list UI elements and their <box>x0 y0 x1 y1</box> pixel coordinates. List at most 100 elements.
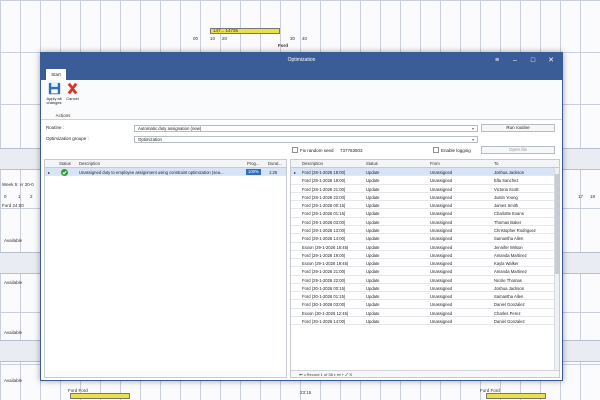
table-row[interactable]: Ford (28-1-2026 22:00) Update Unassigned Ju… <box>291 193 559 202</box>
cell-to: Christopher Rodriguez <box>494 227 536 233</box>
table-row[interactable]: Ford (29-1-2026 00:15) Update Unassigned Ja… <box>291 201 559 210</box>
ribbon-group-actions: Actions <box>55 113 71 118</box>
cell-to: Charlotte Evans <box>494 211 524 217</box>
cell-description: Ford (28-1-2026 18:00) <box>302 170 346 175</box>
dialog-titlebar[interactable]: Optimization ≡ – □ ✕ <box>41 53 562 69</box>
maximize-icon[interactable]: □ <box>526 55 540 66</box>
schedule-time-label: 17 <box>578 194 584 199</box>
schedule-time-label: 10 <box>210 36 216 41</box>
cell-from: Unassigned <box>430 170 453 175</box>
apply-all-changes-button[interactable]: Apply all changes <box>44 82 64 106</box>
table-row[interactable]: Ford (28-1-2026 21:00) Update Unassigned Vi… <box>291 185 559 193</box>
save-icon <box>48 82 60 95</box>
table-row[interactable]: ▸ Unassigned duty to employee assignment… <box>45 168 286 177</box>
table-row[interactable]: Ford (29-1-2026 03:00) Update Unassigned Th… <box>291 218 559 226</box>
cancel-label: Cancel <box>66 95 79 101</box>
column-header-duration[interactable]: Durat... <box>268 161 282 166</box>
schedule-duty-bar[interactable] <box>70 393 130 399</box>
column-header-description[interactable]: Description <box>302 161 323 166</box>
close-icon[interactable]: ✕ <box>544 55 558 66</box>
column-header-status[interactable]: Status <box>366 161 378 166</box>
red-x-icon <box>67 82 78 95</box>
run-routine-button[interactable]: Run routine <box>481 124 555 132</box>
optimization-groups-select[interactable]: Optimization ▾ <box>134 136 478 143</box>
open-file-button[interactable]: Open file <box>481 146 555 154</box>
table-row[interactable]: ▸ Ford (28-1-2026 18:00) Update Unassigned J… <box>291 168 559 177</box>
optimization-groups-value: Optimization <box>138 137 162 142</box>
run-description: Unassigned duty to employee assignment u… <box>79 170 224 175</box>
row-indicator-icon: ▸ <box>48 170 51 175</box>
schedule-available-label: Available <box>4 238 23 243</box>
cell-description: Ford (29-1-2026 22:00) <box>302 277 346 283</box>
cell-to: Samantha Allen <box>494 236 524 242</box>
run-duration: 1:25 <box>269 170 278 175</box>
table-row[interactable]: Ford (30-1-2026 03:00) Update Unassigned Da… <box>291 300 559 309</box>
schedule-time-label: 1 <box>18 194 21 199</box>
cell-to: Justin Young <box>494 194 518 200</box>
table-row[interactable]: Ford (29-1-2026 22:00) Update Unassigned Ni… <box>291 276 559 284</box>
ribbon: Apply all changes Cancel Actions <box>41 80 562 120</box>
table-row[interactable]: Exxon (29-1-2026 19:45) Update Unassigned K… <box>291 259 559 268</box>
cell-status: Update <box>366 244 380 250</box>
cell-to: Kayla Walker <box>494 261 519 267</box>
cell-from: Unassigned <box>430 194 453 200</box>
table-row[interactable]: Ford (29-1-2026 13:00) Update Unassigned Ch… <box>291 226 559 235</box>
fix-random-seed-checkbox[interactable] <box>292 147 298 153</box>
column-header-progress[interactable]: Prog... <box>247 161 259 166</box>
column-header-description[interactable]: Description <box>79 161 100 166</box>
scrollbar-thumb[interactable] <box>555 174 559 274</box>
table-row[interactable]: Ford (30-1-2026 14:00) Update Unassigned Da… <box>291 317 559 326</box>
cell-description: Ford (29-1-2026 19:00) <box>302 252 346 258</box>
apply-all-label-2: changes <box>46 100 62 106</box>
cell-status: Update <box>366 261 380 267</box>
cell-status: Update <box>366 227 380 233</box>
table-row[interactable]: Ford (29-1-2026 01:15) Update Unassigned Ch… <box>291 209 559 218</box>
cell-from: Unassigned <box>430 319 453 325</box>
cell-from: Unassigned <box>430 178 453 184</box>
dialog-title: Optimization <box>287 57 316 63</box>
table-row[interactable]: Exxon (30-1-2026 12:45) Update Unassigned C… <box>291 309 559 318</box>
routine-label: Routine : <box>46 125 65 130</box>
table-row[interactable]: Ford (29-1-2026 21:00) Update Unassigned Am… <box>291 267 559 276</box>
schedule-time-label: 0 <box>4 194 7 199</box>
cell-status: Update <box>366 277 380 283</box>
cancel-button[interactable]: Cancel <box>64 82 81 101</box>
tab-start[interactable]: Start <box>46 69 66 80</box>
cell-description: Ford (29-1-2026 21:00) <box>302 269 346 275</box>
schedule-available-label: Available <box>4 280 23 285</box>
enable-logging-checkbox[interactable] <box>433 147 439 153</box>
column-header-to[interactable]: To <box>494 161 498 166</box>
schedule-time-label: 2 <box>30 194 33 199</box>
column-header-status[interactable]: Status <box>59 161 71 166</box>
cell-to: Daniel Gonzalez <box>494 319 525 325</box>
table-row[interactable]: Ford (28-1-2026 19:00) Update Unassigned El… <box>291 176 559 185</box>
table-row[interactable]: Ford (30-1-2026 00:15) Update Unassigned Jo… <box>291 284 559 293</box>
cell-status: Update <box>366 178 380 184</box>
record-navigator[interactable]: ⏮ ◂ Record 1 of 38 ▸ ⏭ + ✓ ✕ <box>291 370 559 377</box>
table-row[interactable]: Ford (30-1-2026 01:15) Update Unassigned Sa… <box>291 292 559 301</box>
nav-arrows-icon[interactable]: ⏮ ◂ <box>299 372 307 377</box>
table-row[interactable]: Ford (29-1-2026 14:00) Update Unassigned Sa… <box>291 234 559 243</box>
random-seed-input[interactable]: 737783503 <box>340 148 363 153</box>
table-row[interactable]: Exxon (29-1-2026 16:45) Update Unassigned J… <box>291 243 559 251</box>
schedule-duty-label: Ford 24:00 <box>2 203 24 208</box>
schedule-duty-bar[interactable] <box>486 393 546 399</box>
column-header-from[interactable]: From <box>430 161 440 166</box>
minimize-icon[interactable]: – <box>508 55 522 66</box>
schedule-time-label: 40 <box>302 36 308 41</box>
nav-arrows-icon[interactable]: ▸ ⏭ + ✓ ✕ <box>334 372 352 377</box>
cell-description: Ford (29-1-2026 03:00) <box>302 219 346 225</box>
cell-from: Unassigned <box>430 236 453 242</box>
schedule-available-label: Available <box>4 378 23 383</box>
cell-from: Unassigned <box>430 211 453 217</box>
table-row[interactable]: Ford (29-1-2026 19:00) Update Unassigned Am… <box>291 251 559 260</box>
cell-description: Exxon (29-1-2026 16:45) <box>302 244 349 250</box>
vertical-scrollbar[interactable] <box>554 168 559 370</box>
routine-select[interactable]: Automatic duty assignation (new) ▾ <box>134 125 478 132</box>
cell-description: Ford (29-1-2026 14:00) <box>302 236 346 242</box>
cell-status: Update <box>366 186 380 192</box>
cell-description: Ford (30-1-2026 01:15) <box>302 294 346 300</box>
cell-status: Update <box>366 319 380 325</box>
menu-icon[interactable]: ≡ <box>490 55 504 66</box>
grid-header: Status Description Prog... Durat... <box>45 160 286 168</box>
